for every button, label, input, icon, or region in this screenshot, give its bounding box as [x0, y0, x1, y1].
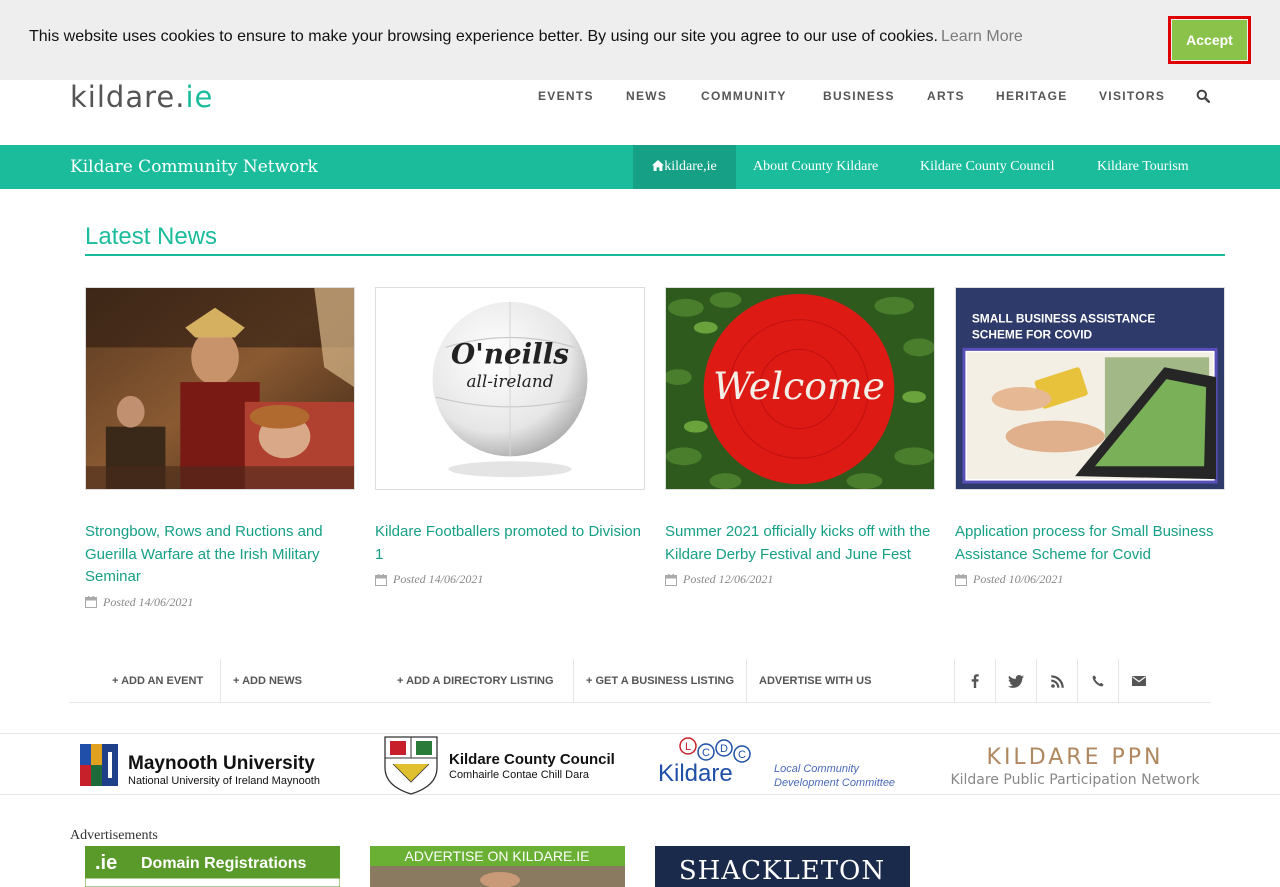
- kcc-title: Kildare County Council: [449, 751, 615, 768]
- advertisements-label: Advertisements: [70, 828, 158, 843]
- ppn-title: KILDARE PPN: [987, 745, 1164, 770]
- subnav-county-council[interactable]: Kildare County Council: [920, 159, 1055, 175]
- mat-welcome-text: Welcome: [713, 364, 885, 408]
- nav-events[interactable]: EVENTS: [538, 89, 594, 103]
- subnav-tourism[interactable]: Kildare Tourism: [1097, 159, 1189, 175]
- maynooth-subtitle: National University of Ireland Maynooth: [128, 775, 320, 787]
- ad-advertise-on-kildare[interactable]: ADVERTISE ON KILDARE.IE: [370, 846, 625, 887]
- news-image-painting[interactable]: [85, 287, 355, 490]
- email-icon: [1132, 676, 1146, 686]
- news-image-welcome-mat[interactable]: Welcome: [665, 287, 935, 490]
- get-business-listing-link[interactable]: + GET A BUSINESS LISTING: [586, 659, 734, 703]
- lcdc-kildare-text: Kildare: [658, 760, 733, 787]
- add-directory-listing-link[interactable]: + ADD A DIRECTORY LISTING: [397, 659, 554, 703]
- divider: [746, 659, 747, 703]
- subnav-home[interactable]: kildare,ie: [633, 145, 736, 189]
- nav-visitors[interactable]: VISITORS: [1099, 89, 1165, 103]
- nav-heritage[interactable]: HERITAGE: [996, 89, 1068, 103]
- ad-domain-text: Domain Registrations: [141, 855, 306, 872]
- news-meta: Posted 14/06/2021: [85, 595, 355, 610]
- ad-shackleton-text: SHACKLETON: [679, 856, 885, 886]
- lcdc-line-2: Development Committee: [774, 777, 895, 789]
- nav-business[interactable]: BUSINESS: [823, 89, 895, 103]
- banner-line-1: SMALL BUSINESS ASSISTANCE: [972, 312, 1156, 326]
- facebook-icon: [971, 674, 979, 688]
- action-bar: + ADD AN EVENT + ADD NEWS + ADD A DIRECT…: [70, 659, 1210, 703]
- divider: [573, 659, 574, 703]
- news-title[interactable]: Kildare Footballers promoted to Division…: [375, 521, 645, 566]
- news-posted-date: Posted 10/06/2021: [973, 572, 1064, 586]
- cookie-consent-bar: This website uses cookies to ensure to m…: [0, 0, 1280, 80]
- home-icon: [652, 160, 665, 171]
- news-posted-date: Posted 14/06/2021: [393, 572, 484, 586]
- lcdc-letter-c2: C: [738, 749, 746, 761]
- news-image-football[interactable]: O'neills all-ireland: [375, 287, 645, 490]
- main-navigation: EVENTS NEWS COMMUNITY BUSINESS ARTS HERI…: [0, 89, 1280, 103]
- ppn-subtitle: Kildare Public Participation Network: [950, 772, 1200, 788]
- lcdc-letter-d: D: [720, 743, 728, 755]
- maynooth-university-logo[interactable]: Maynooth University National University …: [70, 734, 340, 796]
- heading-divider: [85, 254, 1225, 256]
- news-card: O'neills all-ireland Kildare Footballers…: [375, 287, 645, 587]
- news-posted-date: Posted 12/06/2021: [683, 572, 774, 586]
- subnav-home-label: kildare,ie: [664, 159, 717, 174]
- lcdc-line-1: Local Community: [774, 763, 860, 775]
- network-title: Kildare Community Network: [70, 157, 318, 177]
- news-card: SMALL BUSINESS ASSISTANCE SCHEME FOR COV…: [955, 287, 1225, 587]
- cookie-message: This website uses cookies to ensure to m…: [29, 28, 938, 45]
- ball-brand-text: O'neills: [451, 337, 569, 370]
- kildare-county-council-logo[interactable]: Kildare County Council Comhairle Contae …: [380, 734, 640, 796]
- kcc-subtitle: Comhairle Contae Chill Dara: [449, 769, 590, 781]
- search-icon[interactable]: [1196, 89, 1210, 103]
- rss-icon: [1050, 674, 1064, 688]
- ad-ie-text: .ie: [95, 852, 117, 874]
- kildare-ppn-logo[interactable]: KILDARE PPN Kildare Public Participation…: [940, 734, 1210, 796]
- maynooth-title: Maynooth University: [128, 753, 315, 774]
- news-posted-date: Posted 14/06/2021: [103, 594, 194, 609]
- news-title[interactable]: Strongbow, Rows and Ructions and Guerill…: [85, 521, 355, 589]
- community-network-bar: Kildare Community Network kildare,ie Abo…: [0, 145, 1280, 189]
- news-title[interactable]: Summer 2021 officially kicks off with th…: [665, 521, 935, 566]
- nav-arts[interactable]: ARTS: [927, 89, 965, 103]
- news-meta: Posted 10/06/2021: [955, 572, 1225, 587]
- facebook-button[interactable]: [954, 659, 995, 703]
- lcdc-letter-l: L: [685, 741, 691, 753]
- email-button[interactable]: [1118, 659, 1159, 703]
- calendar-icon: [955, 573, 967, 586]
- add-news-link[interactable]: + ADD NEWS: [233, 659, 302, 703]
- news-card: Strongbow, Rows and Ructions and Guerill…: [85, 287, 355, 610]
- twitter-button[interactable]: [995, 659, 1036, 703]
- nav-news[interactable]: NEWS: [626, 89, 667, 103]
- news-card: Welcome Summer 2021 officially kicks off…: [665, 287, 935, 587]
- kildare-lcdc-logo[interactable]: L C D C Kildare Local Community Developm…: [650, 734, 920, 796]
- add-event-link[interactable]: + ADD AN EVENT: [112, 659, 203, 703]
- advertise-link[interactable]: ADVERTISE WITH US: [759, 659, 871, 703]
- calendar-icon: [375, 573, 387, 586]
- news-image-laptop[interactable]: SMALL BUSINESS ASSISTANCE SCHEME FOR COV…: [955, 287, 1225, 490]
- accept-cookies-button[interactable]: Accept: [1172, 20, 1247, 60]
- nav-community[interactable]: COMMUNITY: [701, 89, 787, 103]
- ball-subtext: all-ireland: [466, 371, 553, 391]
- ad-advertise-text: ADVERTISE ON KILDARE.IE: [405, 848, 590, 864]
- phone-button[interactable]: [1077, 659, 1118, 703]
- twitter-icon: [1008, 674, 1024, 688]
- lcdc-letter-c: C: [702, 747, 710, 759]
- news-meta: Posted 14/06/2021: [375, 572, 645, 587]
- subnav-about-county[interactable]: About County Kildare: [753, 159, 878, 175]
- phone-icon: [1092, 675, 1104, 687]
- banner-line-2: SCHEME FOR COVID: [972, 328, 1093, 342]
- rss-button[interactable]: [1036, 659, 1077, 703]
- latest-news-heading: Latest News: [85, 223, 218, 250]
- news-title[interactable]: Application process for Small Business A…: [955, 521, 1225, 566]
- ad-domain-registrations[interactable]: .ie Domain Registrations: [85, 846, 340, 887]
- divider: [220, 659, 221, 703]
- calendar-icon: [665, 573, 677, 586]
- calendar-icon: [85, 596, 97, 608]
- learn-more-link[interactable]: Learn More: [941, 28, 1023, 46]
- news-meta: Posted 12/06/2021: [665, 572, 935, 587]
- partner-logos: Maynooth University National University …: [0, 733, 1280, 795]
- ad-shackleton[interactable]: SHACKLETON: [655, 846, 910, 887]
